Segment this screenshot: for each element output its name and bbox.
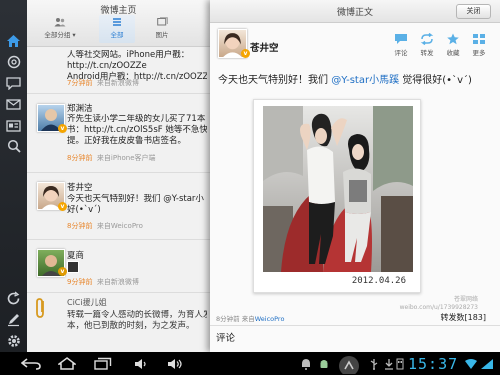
tab-images[interactable]: 图片 [144,17,180,39]
group-icon [54,18,66,27]
thumbnail-icon[interactable] [67,261,79,273]
more-icon [473,34,485,44]
post-text-before: 今天也天气特别好！我们 [218,75,332,86]
android-icon[interactable] [318,356,330,371]
timeline-item-text: 齐先生读小学二年级的女儿买了71本 书：http://t.cn/zOlS5sF … [67,114,207,146]
more-button-label: 更多 [472,49,486,57]
comment-icon[interactable] [5,76,22,91]
repost-button-label: 转发 [420,49,434,57]
list-icon [113,18,121,26]
post-photo-image [263,106,413,272]
tab-images-label: 图片 [155,31,169,39]
weibo-detail-panel: 微博正文 关闭 v 苍井空 评论 转发 收藏 更多 今天也天气特别好！我们 @Y… [210,0,500,352]
photo-watermark: 苍翠网络 weibo.com/u/1739928273 [388,296,478,312]
timeline-item[interactable]: 人等社交网站。iPhone用户戳： http://t.cn/zOOZZe And… [27,47,210,94]
post-source-link[interactable]: WeicoPro [255,315,285,323]
timeline-item[interactable]: v 郑渊洁 齐先生读小学二年级的女儿买了71本 书：http://t.cn/zO… [27,94,210,173]
timeline-item-meta: 7分钟前 来自新浪微博 [67,79,139,87]
watermark-url: weibo.com/u/1739928273 [399,304,478,311]
repost-count[interactable]: 转发数[183] [440,312,486,323]
detail-header: 微博正文 关闭 [210,0,500,23]
tab-group-filter-label: 全部分组 ▾ [44,31,76,39]
timeline-item-text: 今天也天气特别好！我们 @Y-star小 好(•`v´) [67,194,204,215]
battery-icon[interactable] [480,356,494,371]
photo-date-stamp: 2012.04.26 [351,276,406,286]
comment-button[interactable]: 评论 [390,33,412,57]
divider [210,325,500,326]
refresh-icon[interactable] [5,291,22,306]
post-time: 8分钟前 [216,315,240,323]
home-icon[interactable] [5,33,22,48]
watermark-text: 苍翠网络 [453,296,478,303]
favorite-icon [447,33,459,45]
verified-badge-icon: v [58,202,67,211]
post-photo[interactable]: 2012.04.26 [253,99,421,293]
tab-all-label: 全部 [110,31,124,39]
verified-badge-icon: v [241,49,250,58]
back-icon[interactable] [20,356,42,371]
home-button-icon[interactable] [56,356,78,371]
app-drawer-icon[interactable] [335,352,363,375]
timeline-header: 微博主页 全部分组 ▾ 全部 图片 [27,0,210,47]
timeline-item-author[interactable]: 苍井空 [67,181,93,193]
mention-link[interactable]: @Y-star小馬蹊 [331,75,399,86]
verified-badge-icon: v [58,267,67,276]
attachment-clip-icon [33,297,47,323]
tab-all[interactable]: 全部 [99,15,135,43]
usb-icon[interactable] [368,356,380,371]
volume-down-icon[interactable] [132,356,150,371]
comments-header: 评论 [216,333,236,344]
post-source-prefix: 来自 [241,315,255,323]
wifi-icon[interactable] [464,356,478,371]
repost-button[interactable]: 转发 [416,33,438,57]
comment-button-label: 评论 [394,49,408,57]
timeline-item-author[interactable]: CiCi援儿姐 [67,297,107,308]
timeline-item[interactable]: v 苍井空 今天也天气特别好！我们 @Y-star小 好(•`v´) 8分钟前 … [27,173,210,240]
status-clock: 15:37 [408,355,459,373]
tab-group-filter[interactable]: 全部分组 ▾ [35,17,85,39]
more-button[interactable]: 更多 [468,33,490,57]
timeline-item-meta: 8分钟前 来自WeicoPro [67,222,143,230]
verified-badge-icon: v [58,124,67,133]
favorite-button[interactable]: 收藏 [442,33,464,57]
timeline-item-meta: 8分钟前 来自iPhone客户端 [67,154,156,162]
favorite-button-label: 收藏 [446,49,460,57]
volume-up-icon[interactable] [165,356,185,371]
comment-icon [395,34,407,44]
mail-icon[interactable] [5,97,22,112]
post-text-after: 觉得很好(•`v´) [399,75,472,86]
timeline-panel: 微博主页 全部分组 ▾ 全部 图片 人等社交网站。iPhone用户戳： http… [27,0,210,352]
timeline-item-author[interactable]: 夏商 [67,249,84,261]
detail-post-meta: 8分钟前 来自WeicoPro [216,313,284,323]
timeline-item-text: 转载一篇令人感动的长微博，为育人发声 本，他已到散的时刻，为之发声。 [67,310,207,331]
mention-icon[interactable] [5,54,22,69]
timeline-item[interactable]: CiCi援儿姐 转载一篇令人感动的长微博，为育人发声 本，他已到散的时刻，为之发… [27,293,210,352]
close-button[interactable]: 关闭 [456,4,491,19]
compose-icon[interactable] [5,312,22,327]
app-sidebar [0,0,27,352]
image-icon [156,17,168,26]
timeline-item-meta: 9分钟前 来自新浪微博 [67,278,139,286]
timeline-item-author[interactable]: 郑渊洁 [67,102,93,114]
timeline-item[interactable]: v 夏商 9分钟前 来自新浪微博 [27,240,210,293]
recent-apps-icon[interactable] [92,356,114,371]
detail-author-name[interactable]: 苍井空 [250,40,279,54]
profile-card-icon[interactable] [5,118,22,133]
sd-card-icon[interactable] [394,356,406,371]
settings-icon[interactable] [5,333,22,348]
detail-post-text: 今天也天气特别好！我们 @Y-star小馬蹊 觉得很好(•`v´) [218,71,498,86]
repost-icon [420,33,434,45]
search-icon[interactable] [5,138,22,153]
notification-icon[interactable] [300,356,312,371]
